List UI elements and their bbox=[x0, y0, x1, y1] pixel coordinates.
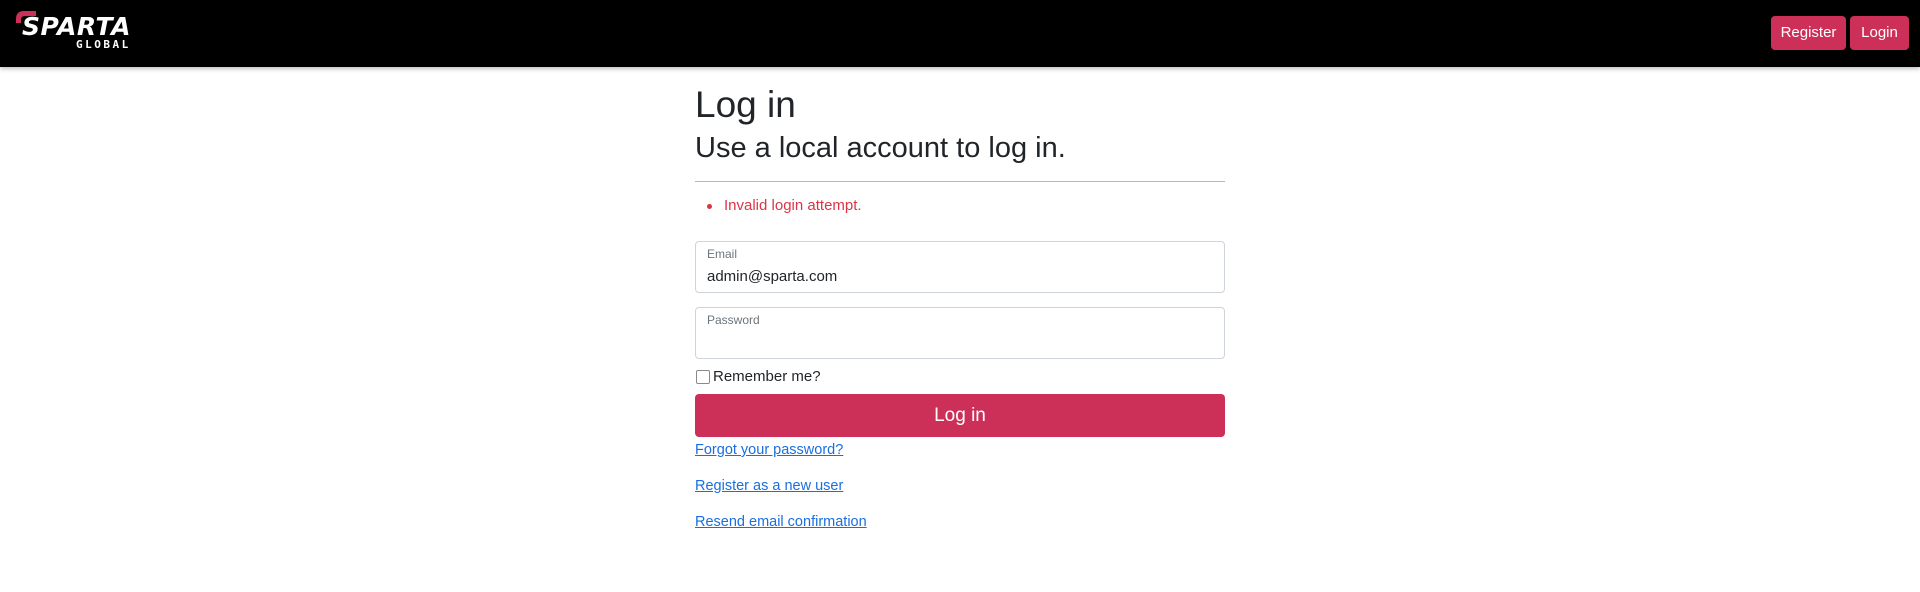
email-label: Email bbox=[707, 247, 738, 261]
page-subtitle: Use a local account to log in. bbox=[695, 132, 1066, 164]
password-input[interactable] bbox=[707, 332, 1207, 352]
login-submit-button[interactable]: Log in bbox=[695, 394, 1225, 437]
error-message: Invalid login attempt. bbox=[695, 196, 862, 216]
password-field[interactable]: Password bbox=[695, 307, 1225, 359]
nav-register-button[interactable]: Register bbox=[1771, 16, 1846, 50]
error-text: Invalid login attempt. bbox=[724, 197, 862, 214]
divider bbox=[695, 181, 1225, 182]
nav-login-button[interactable]: Login bbox=[1850, 16, 1909, 50]
top-navbar: SPARTA GLOBAL Register Login bbox=[0, 0, 1920, 67]
password-label: Password bbox=[707, 313, 760, 327]
register-new-user-link[interactable]: Register as a new user bbox=[695, 477, 843, 495]
forgot-password-link[interactable]: Forgot your password? bbox=[695, 441, 843, 459]
validation-summary: Invalid login attempt. bbox=[695, 196, 862, 216]
remember-me-checkbox[interactable] bbox=[696, 370, 710, 384]
bullet-icon bbox=[707, 204, 712, 209]
page-title: Log in bbox=[695, 84, 796, 125]
logo-subtext: GLOBAL bbox=[76, 38, 131, 51]
resend-confirmation-link[interactable]: Resend email confirmation bbox=[695, 513, 867, 531]
remember-me-label[interactable]: Remember me? bbox=[713, 367, 821, 387]
email-field[interactable]: Email bbox=[695, 241, 1225, 293]
sparta-global-logo[interactable]: SPARTA GLOBAL bbox=[14, 9, 134, 53]
logo-wordmark: SPARTA bbox=[22, 12, 131, 41]
email-input[interactable] bbox=[707, 266, 1207, 286]
